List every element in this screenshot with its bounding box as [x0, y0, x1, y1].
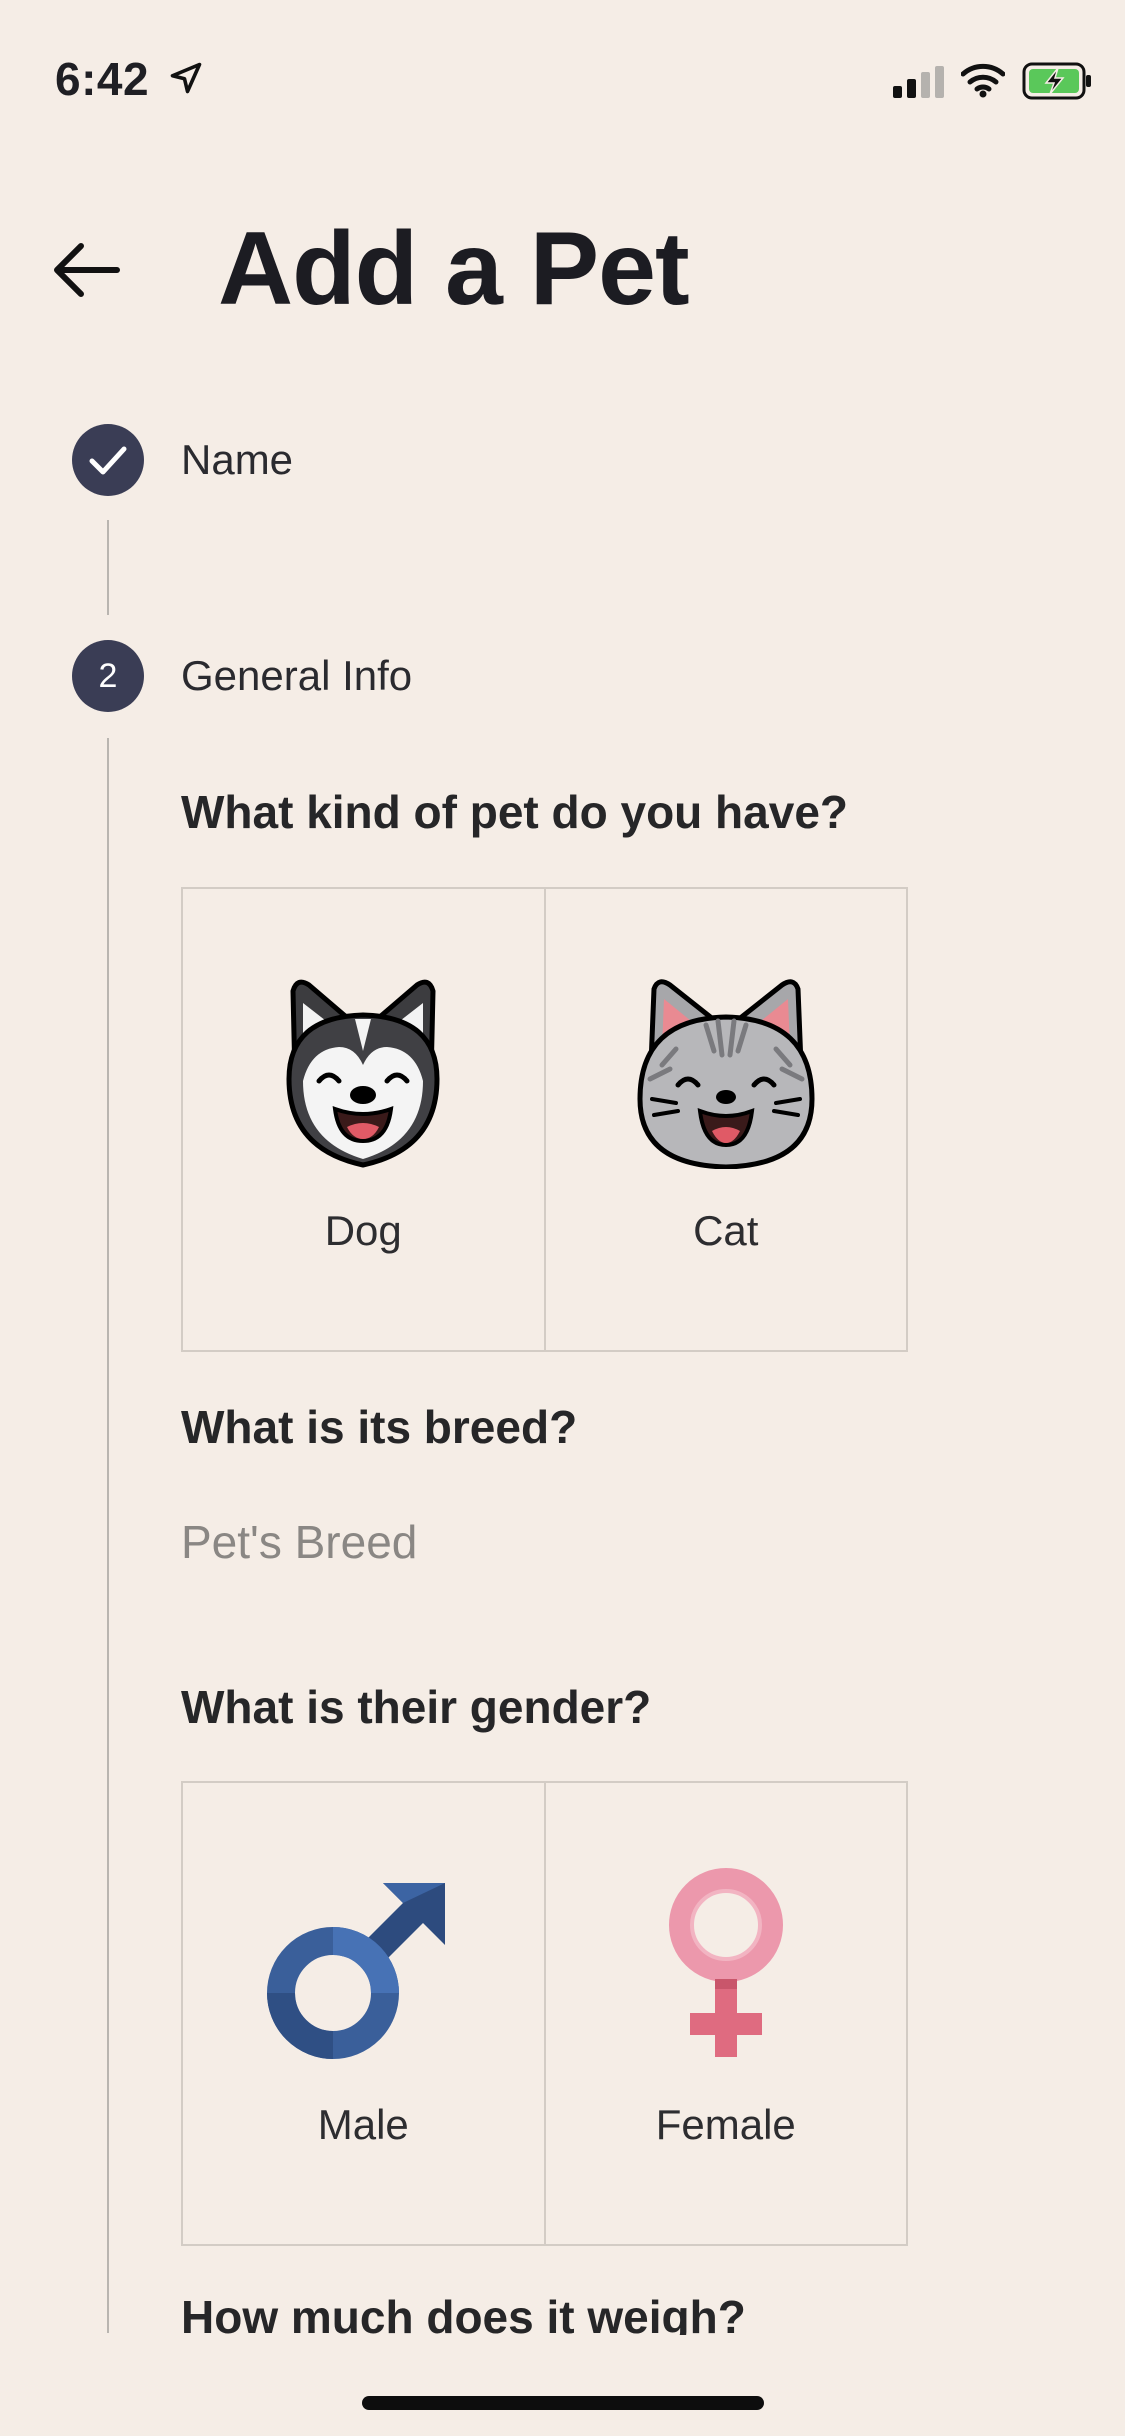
step-connector: [107, 738, 109, 2333]
step-1-indicator[interactable]: [72, 424, 144, 496]
gender-question: What is their gender?: [181, 1681, 652, 1733]
step-2-number: 2: [98, 656, 118, 695]
bottom-safe-area: [0, 2335, 1125, 2436]
breed-question: What is its breed?: [181, 1401, 578, 1453]
step-2-label[interactable]: General Info: [181, 652, 412, 700]
female-symbol-icon: [668, 1868, 783, 2057]
location-arrow-icon: [170, 62, 202, 94]
step-1-label[interactable]: Name: [181, 436, 293, 484]
arrow-left-icon: [54, 243, 120, 297]
page-title: Add a Pet: [218, 211, 690, 327]
back-button[interactable]: [48, 232, 124, 308]
home-indicator[interactable]: [362, 2396, 764, 2410]
status-time: 6:42: [55, 53, 150, 105]
battery-charging-icon: [1022, 62, 1091, 100]
male-symbol-icon: [267, 1883, 446, 2059]
gender-option-male[interactable]: Male: [183, 1783, 544, 2244]
gender-option-label: Male: [317, 2101, 409, 2148]
checkmark-icon: [89, 446, 127, 475]
step-connector: [107, 520, 109, 615]
pet-option-cat[interactable]: Cat: [543, 889, 907, 1350]
pet-kind-question: What kind of pet do you have?: [181, 786, 848, 838]
pet-option-label: Cat: [693, 1207, 759, 1254]
husky-dog-icon: [286, 979, 440, 1168]
gender-option-label: Female: [655, 2101, 796, 2148]
cellular-signal-icon: [893, 66, 944, 98]
step-2-indicator[interactable]: 2: [72, 640, 144, 712]
pet-kind-options: Dog Cat: [181, 887, 908, 1352]
gender-option-female[interactable]: Female: [543, 1783, 907, 2244]
tabby-cat-icon: [637, 979, 815, 1169]
pet-option-dog[interactable]: Dog: [183, 889, 544, 1350]
wifi-icon: [961, 63, 1005, 98]
gender-options: Male Female: [181, 1781, 908, 2246]
breed-input[interactable]: [181, 1510, 908, 1574]
pet-option-label: Dog: [324, 1207, 402, 1254]
